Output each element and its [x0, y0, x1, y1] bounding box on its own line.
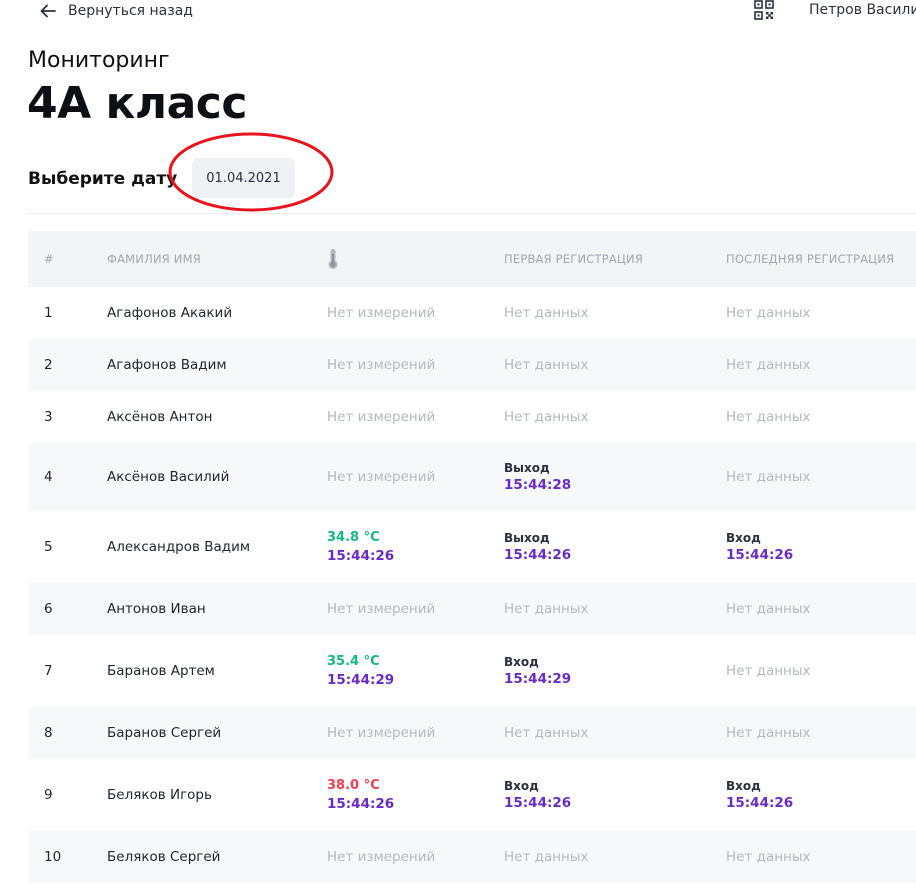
- table-row[interactable]: 3 Аксёнов Антон Нет измерений Нет данных…: [28, 391, 916, 443]
- registration-direction: Вход: [504, 655, 539, 669]
- date-picker-button[interactable]: 01.04.2021: [192, 158, 295, 198]
- temperature-time: 15:44:29: [327, 672, 395, 688]
- table-row[interactable]: 9 Беляков Игорь 38.0 °C 15:44:26 Вход 15…: [28, 759, 916, 831]
- student-name: Беляков Игорь: [107, 787, 212, 803]
- temperature-time: 15:44:26: [327, 796, 395, 812]
- thermometer-icon: [328, 249, 338, 269]
- first-registration-cell: Нет данных: [504, 409, 589, 425]
- table-row[interactable]: 2 Агафонов Вадим Нет измерений Нет данны…: [28, 339, 916, 391]
- temperature-value: 38.0 °C: [327, 778, 380, 793]
- table-row[interactable]: 8 Баранов Сергей Нет измерений Нет данны…: [28, 707, 916, 759]
- date-picker-label: Выберите дату: [28, 169, 178, 189]
- student-name: Агафонов Акакий: [107, 305, 233, 321]
- temperature-cell: Нет измерений: [327, 443, 504, 511]
- row-number: 9: [44, 787, 53, 803]
- registration-time: 15:44:26: [504, 547, 572, 563]
- first-registration-cell: Нет данных: [504, 339, 726, 391]
- row-number: 7: [44, 663, 53, 679]
- registration-time: 15:44:26: [726, 795, 794, 811]
- last-registration-cell: Нет данных: [726, 339, 916, 391]
- last-registration-cell: Нет данных: [726, 409, 811, 425]
- student-name: Аксёнов Антон: [107, 409, 213, 425]
- first-registration-cell: Вход 15:44:29: [504, 635, 726, 707]
- temperature-cell: Нет измерений: [327, 409, 436, 425]
- user-name[interactable]: Петров Василий: [809, 2, 916, 18]
- row-number: 3: [44, 409, 53, 425]
- registration-direction: Вход: [726, 779, 761, 793]
- temperature-value: 35.4 °C: [327, 654, 380, 669]
- temperature-cell: Нет измерений: [327, 339, 504, 391]
- first-registration-cell: Нет данных: [504, 583, 726, 635]
- page-subtitle: Мониторинг: [28, 48, 170, 73]
- last-registration-cell: Нет данных: [726, 707, 916, 759]
- temperature-cell: Нет измерений: [327, 707, 504, 759]
- last-registration-cell: Вход 15:44:26: [726, 759, 916, 831]
- last-registration-cell: Нет данных: [726, 443, 916, 511]
- row-number: 6: [28, 583, 107, 635]
- monitoring-table: # ФАМИЛИЯ ИМЯ ПЕРВАЯ РЕГИСТРАЦИЯ ПОСЛЕДН…: [28, 231, 916, 883]
- table-header-row: # ФАМИЛИЯ ИМЯ ПЕРВАЯ РЕГИСТРАЦИЯ ПОСЛЕДН…: [28, 231, 916, 287]
- table-row[interactable]: 5 Александров Вадим 34.8 °C 15:44:26 Вых…: [28, 511, 916, 583]
- first-registration-cell: Нет данных: [504, 707, 726, 759]
- temperature-cell: Нет измерений: [327, 305, 436, 321]
- row-number: 8: [28, 707, 107, 759]
- row-number: 5: [44, 539, 53, 555]
- first-registration-cell: Выход 15:44:28: [504, 443, 726, 511]
- registration-direction: Вход: [504, 779, 539, 793]
- registration-direction: Выход: [504, 461, 550, 475]
- row-number: 2: [28, 339, 107, 391]
- temperature-value: 34.8 °C: [327, 530, 380, 545]
- top-bar: Вернуться назад Петров Василий: [0, 0, 916, 24]
- registration-time: 15:44:26: [504, 795, 572, 811]
- temperature-cell: 38.0 °C 15:44:26: [327, 759, 504, 831]
- registration-time: 15:44:29: [504, 671, 572, 687]
- back-link-label: Вернуться назад: [68, 3, 193, 19]
- row-number: 10: [28, 831, 107, 883]
- page-title: 4А класс: [27, 78, 247, 129]
- first-registration-cell: Выход 15:44:26: [504, 511, 726, 583]
- temperature-cell: 35.4 °C 15:44:29: [327, 635, 504, 707]
- last-registration-cell: Нет данных: [726, 831, 916, 883]
- row-number: 1: [44, 305, 53, 321]
- registration-direction: Вход: [726, 531, 761, 545]
- divider: [28, 213, 916, 214]
- last-registration-cell: Нет данных: [726, 663, 811, 679]
- row-number: 4: [28, 443, 107, 511]
- last-registration-cell: Нет данных: [726, 305, 811, 321]
- student-name: Агафонов Вадим: [107, 339, 327, 391]
- student-name: Баранов Артем: [107, 663, 215, 679]
- last-registration-cell: Вход 15:44:26: [726, 511, 916, 583]
- col-name-header: ФАМИЛИЯ ИМЯ: [107, 231, 327, 287]
- registration-direction: Выход: [504, 531, 550, 545]
- temperature-cell: Нет измерений: [327, 831, 504, 883]
- temperature-time: 15:44:26: [327, 548, 395, 564]
- student-name: Беляков Сергей: [107, 831, 327, 883]
- temperature-cell: Нет измерений: [327, 583, 504, 635]
- col-last-registration-header: ПОСЛЕДНЯЯ РЕГИСТРАЦИЯ: [726, 231, 916, 287]
- first-registration-cell: Нет данных: [504, 305, 589, 321]
- table-row[interactable]: 4 Аксёнов Василий Нет измерений Выход 15…: [28, 443, 916, 511]
- first-registration-cell: Вход 15:44:26: [504, 759, 726, 831]
- table-row[interactable]: 7 Баранов Артем 35.4 °C 15:44:29 Вход 15…: [28, 635, 916, 707]
- arrow-left-icon: [40, 4, 56, 18]
- registration-time: 15:44:26: [726, 547, 794, 563]
- last-registration-cell: Нет данных: [726, 583, 916, 635]
- table-row[interactable]: 10 Беляков Сергей Нет измерений Нет данн…: [28, 831, 916, 883]
- student-name: Баранов Сергей: [107, 707, 327, 759]
- col-first-registration-header: ПЕРВАЯ РЕГИСТРАЦИЯ: [504, 231, 726, 287]
- temperature-cell: 34.8 °C 15:44:26: [327, 511, 504, 583]
- student-name: Антонов Иван: [107, 583, 327, 635]
- student-name: Аксёнов Василий: [107, 443, 327, 511]
- table-row[interactable]: 6 Антонов Иван Нет измерений Нет данных …: [28, 583, 916, 635]
- col-temperature-header: [327, 231, 504, 287]
- registration-time: 15:44:28: [504, 477, 572, 493]
- back-link[interactable]: Вернуться назад: [38, 0, 193, 22]
- col-number-header: #: [28, 231, 107, 287]
- table-row[interactable]: 1 Агафонов Акакий Нет измерений Нет данн…: [28, 287, 916, 339]
- qr-code-icon[interactable]: [754, 0, 774, 20]
- student-name: Александров Вадим: [107, 539, 251, 555]
- first-registration-cell: Нет данных: [504, 831, 726, 883]
